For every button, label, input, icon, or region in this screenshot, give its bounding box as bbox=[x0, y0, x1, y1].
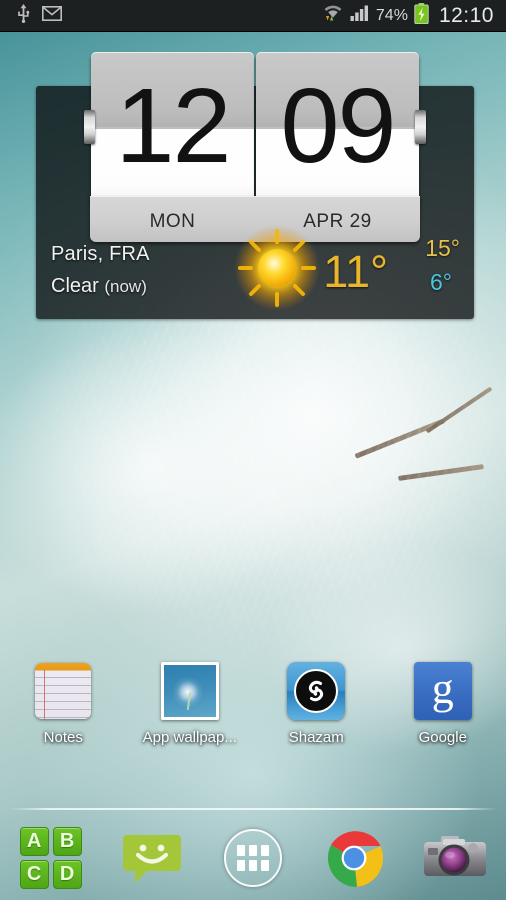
app-google[interactable]: g Google bbox=[380, 660, 506, 770]
usb-icon bbox=[16, 3, 31, 28]
battery-charging-icon bbox=[414, 2, 429, 29]
notes-icon bbox=[32, 660, 94, 722]
dock-item-abcd[interactable]: A B C D bbox=[0, 827, 101, 889]
chrome-icon bbox=[324, 828, 384, 888]
flip-card-hours: 12 bbox=[91, 52, 254, 204]
app-label: App wallpap... bbox=[142, 729, 237, 746]
dock-item-messaging[interactable] bbox=[101, 827, 202, 889]
dock-item-camera[interactable] bbox=[405, 831, 506, 885]
status-bar[interactable]: 74% 12:10 bbox=[0, 0, 506, 32]
app-label: Notes bbox=[43, 729, 83, 746]
weather-condition: Clear (now) bbox=[51, 275, 147, 298]
status-bar-right-icons: 74% 12:10 bbox=[322, 2, 506, 29]
app-app-wallpaper[interactable]: App wallpap... bbox=[127, 660, 254, 770]
abcd-tile: B bbox=[52, 827, 82, 856]
sun-icon bbox=[234, 225, 320, 311]
flip-card-minutes: 09 bbox=[256, 52, 419, 204]
abcd-tile: A bbox=[19, 827, 49, 856]
gmail-icon bbox=[42, 5, 62, 26]
flip-clock-weather-widget[interactable]: 12 09 MON APR 29 Paris, FRA Clear (now) bbox=[36, 52, 474, 319]
flip-clock-cards: 12 09 bbox=[84, 52, 426, 204]
dock: A B C D bbox=[0, 816, 506, 900]
weather-low-temp: 6° bbox=[430, 269, 452, 295]
weather-high-temp: 15° bbox=[425, 235, 460, 261]
dock-item-app-drawer[interactable] bbox=[202, 829, 303, 887]
abcd-tile: C bbox=[19, 860, 49, 889]
app-drawer-grid-icon bbox=[224, 829, 282, 887]
shazam-icon bbox=[285, 660, 347, 722]
dock-divider bbox=[10, 808, 496, 810]
battery-percent-label: 74% bbox=[375, 6, 408, 24]
camera-icon bbox=[423, 831, 487, 885]
flip-clock[interactable]: 12 09 MON APR 29 bbox=[84, 52, 426, 247]
flip-hinge-left-icon bbox=[84, 110, 95, 144]
wifi-icon bbox=[322, 3, 344, 28]
home-screen-app-grid: Notes App wallpap... Shazam g Google bbox=[0, 660, 506, 770]
app-wallpaper-icon bbox=[159, 660, 221, 722]
weather-condition-time: (now) bbox=[104, 277, 147, 296]
app-notes[interactable]: Notes bbox=[0, 660, 127, 770]
signal-bars-icon bbox=[350, 4, 370, 27]
weather-current-temp: 11° bbox=[323, 246, 388, 297]
clock-weekday: MON bbox=[149, 211, 196, 232]
weather-location: Paris, FRA bbox=[51, 243, 150, 265]
messaging-smiley-icon bbox=[121, 827, 183, 889]
clock-minutes: 09 bbox=[280, 67, 397, 185]
flip-hinge-right-icon bbox=[415, 110, 426, 144]
abcd-tile: D bbox=[52, 860, 82, 889]
weather-panel[interactable]: Paris, FRA Clear (now) 11° 15° 6° bbox=[36, 225, 474, 319]
weather-condition-text: Clear bbox=[51, 275, 99, 297]
app-label: Shazam bbox=[288, 729, 344, 746]
app-shazam[interactable]: Shazam bbox=[253, 660, 380, 770]
google-icon: g bbox=[412, 660, 474, 722]
status-bar-clock: 12:10 bbox=[438, 3, 494, 27]
dock-item-chrome[interactable] bbox=[304, 828, 405, 888]
app-label: Google bbox=[418, 729, 467, 746]
clock-hours: 12 bbox=[115, 67, 232, 185]
abcd-tiles-icon: A B C D bbox=[19, 827, 82, 889]
status-bar-left-icons bbox=[0, 3, 322, 28]
